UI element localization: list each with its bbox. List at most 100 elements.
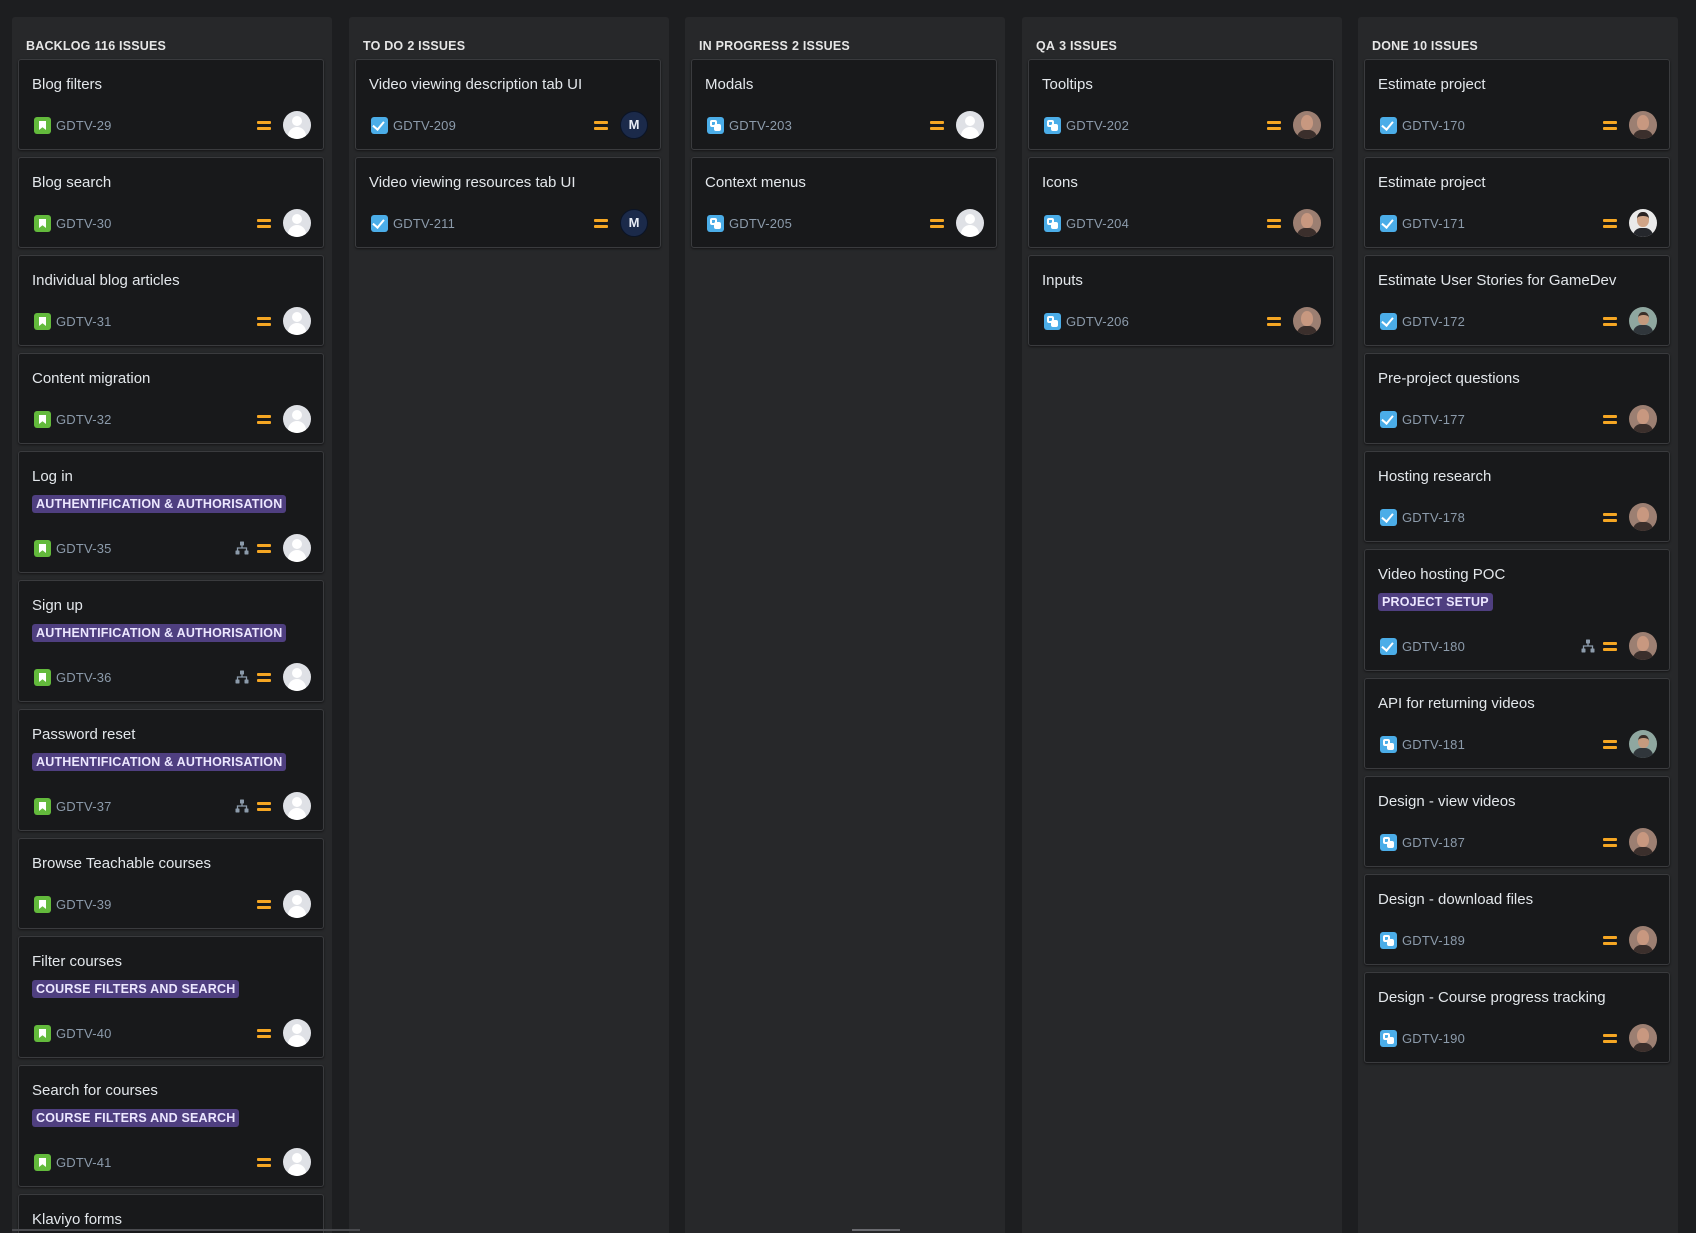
issue-key[interactable]: GDTV-32 xyxy=(56,412,112,427)
issue-key[interactable]: GDTV-39 xyxy=(56,897,112,912)
issue-card[interactable]: Estimate project GDTV-170 xyxy=(1364,59,1670,150)
assignee-photo-avatar-bald[interactable] xyxy=(1293,209,1321,237)
assignee-photo-avatar-bald[interactable] xyxy=(1293,307,1321,335)
assignee-default-avatar[interactable] xyxy=(283,1019,311,1047)
issue-key[interactable]: GDTV-31 xyxy=(56,314,112,329)
issue-card[interactable]: Browse Teachable courses GDTV-39 xyxy=(18,838,324,929)
issue-card[interactable]: Video viewing resources tab UI GDTV-211 M xyxy=(355,157,661,248)
issue-key[interactable]: GDTV-29 xyxy=(56,118,112,133)
horizontal-scrollbar[interactable] xyxy=(12,1229,360,1231)
issue-key[interactable]: GDTV-181 xyxy=(1402,737,1465,752)
assignee-default-avatar[interactable] xyxy=(283,1148,311,1176)
issue-card[interactable]: Filter courses COURSE FILTERS AND SEARCH G… xyxy=(18,936,324,1058)
issue-key[interactable]: GDTV-180 xyxy=(1402,639,1465,654)
issue-key[interactable]: GDTV-202 xyxy=(1066,118,1129,133)
subtask-icon xyxy=(1044,215,1061,232)
assignee-photo-avatar-bald[interactable] xyxy=(1293,111,1321,139)
medium-priority-icon xyxy=(1603,934,1617,946)
epic-label[interactable]: AUTHENTIFICATION & AUTHORISATION xyxy=(32,753,287,771)
assignee-photo-avatar-bald[interactable] xyxy=(1629,503,1657,531)
column-issue-count: 2 ISSUES xyxy=(407,39,466,53)
issue-key[interactable]: GDTV-206 xyxy=(1066,314,1129,329)
assignee-initials-avatar[interactable]: M xyxy=(620,111,648,139)
issue-card[interactable]: Icons GDTV-204 xyxy=(1028,157,1334,248)
column-issue-count: 2 ISSUES xyxy=(792,39,850,53)
issue-title: Design - view videos xyxy=(1378,793,1516,810)
issue-key[interactable]: GDTV-40 xyxy=(56,1026,112,1041)
subtask-icon xyxy=(1380,834,1397,851)
assignee-default-avatar[interactable] xyxy=(283,663,311,691)
epic-label[interactable]: AUTHENTIFICATION & AUTHORISATION xyxy=(32,624,287,642)
issue-card[interactable]: Estimate project GDTV-171 xyxy=(1364,157,1670,248)
assignee-photo-avatar-bald[interactable] xyxy=(1629,632,1657,660)
assignee-photo-avatar-outdoor[interactable] xyxy=(1629,730,1657,758)
epic-label[interactable]: AUTHENTIFICATION & AUTHORISATION xyxy=(32,495,287,513)
issue-key[interactable]: GDTV-204 xyxy=(1066,216,1129,231)
issue-key[interactable]: GDTV-189 xyxy=(1402,933,1465,948)
issue-card[interactable]: Klaviyo forms xyxy=(18,1194,324,1233)
assignee-photo-avatar-bald[interactable] xyxy=(1629,405,1657,433)
issue-key[interactable]: GDTV-170 xyxy=(1402,118,1465,133)
issue-key[interactable]: GDTV-209 xyxy=(393,118,456,133)
issue-key[interactable]: GDTV-203 xyxy=(729,118,792,133)
card-footer: GDTV-189 xyxy=(1378,926,1657,954)
issue-card[interactable]: Design - Course progress tracking GDTV-19… xyxy=(1364,972,1670,1063)
assignee-photo-avatar-bald[interactable] xyxy=(1629,1024,1657,1052)
epic-label[interactable]: COURSE FILTERS AND SEARCH xyxy=(32,1109,240,1127)
issue-card[interactable]: Log in AUTHENTIFICATION & AUTHORISATION GD… xyxy=(18,451,324,573)
issue-card[interactable]: Content migration GDTV-32 xyxy=(18,353,324,444)
issue-card[interactable]: Password reset AUTHENTIFICATION & AUTHORI… xyxy=(18,709,324,831)
issue-key[interactable]: GDTV-190 xyxy=(1402,1031,1465,1046)
issue-card[interactable]: Modals GDTV-203 xyxy=(691,59,997,150)
issue-card[interactable]: Blog filters GDTV-29 xyxy=(18,59,324,150)
issue-key[interactable]: GDTV-172 xyxy=(1402,314,1465,329)
assignee-photo-avatar-dark-hair[interactable] xyxy=(1629,209,1657,237)
assignee-photo-avatar-bald[interactable] xyxy=(1629,111,1657,139)
issue-card[interactable]: Estimate User Stories for GameDev GDTV-17… xyxy=(1364,255,1670,346)
issue-card[interactable]: Individual blog articles GDTV-31 xyxy=(18,255,324,346)
assignee-initials-avatar[interactable]: M xyxy=(620,209,648,237)
issue-card[interactable]: Design - download files GDTV-189 xyxy=(1364,874,1670,965)
assignee-default-avatar[interactable] xyxy=(956,209,984,237)
epic-label[interactable]: COURSE FILTERS AND SEARCH xyxy=(32,980,240,998)
issue-key[interactable]: GDTV-187 xyxy=(1402,835,1465,850)
issue-key[interactable]: GDTV-35 xyxy=(56,541,112,556)
subtask-icon xyxy=(1380,736,1397,753)
assignee-photo-avatar-outdoor[interactable] xyxy=(1629,307,1657,335)
issue-card[interactable]: Sign up AUTHENTIFICATION & AUTHORISATION G… xyxy=(18,580,324,702)
issue-card[interactable]: Hosting research GDTV-178 xyxy=(1364,451,1670,542)
issue-key[interactable]: GDTV-171 xyxy=(1402,216,1465,231)
issue-card[interactable]: Video hosting POC PROJECT SETUP GDTV-180 xyxy=(1364,549,1670,671)
issue-key[interactable]: GDTV-177 xyxy=(1402,412,1465,427)
issue-card[interactable]: Search for courses COURSE FILTERS AND SEA… xyxy=(18,1065,324,1187)
assignee-default-avatar[interactable] xyxy=(283,890,311,918)
issue-key[interactable]: GDTV-36 xyxy=(56,670,112,685)
assignee-default-avatar[interactable] xyxy=(283,792,311,820)
issue-card[interactable]: Inputs GDTV-206 xyxy=(1028,255,1334,346)
medium-priority-icon xyxy=(1603,217,1617,229)
epic-label[interactable]: PROJECT SETUP xyxy=(1378,593,1493,611)
issue-key[interactable]: GDTV-37 xyxy=(56,799,112,814)
issue-key[interactable]: GDTV-178 xyxy=(1402,510,1465,525)
assignee-default-avatar[interactable] xyxy=(283,405,311,433)
issue-card[interactable]: API for returning videos GDTV-181 xyxy=(1364,678,1670,769)
issue-key[interactable]: GDTV-205 xyxy=(729,216,792,231)
assignee-default-avatar[interactable] xyxy=(283,111,311,139)
issue-card[interactable]: Pre-project questions GDTV-177 xyxy=(1364,353,1670,444)
issue-key[interactable]: GDTV-30 xyxy=(56,216,112,231)
issue-card[interactable]: Context menus GDTV-205 xyxy=(691,157,997,248)
issue-card[interactable]: Design - view videos GDTV-187 xyxy=(1364,776,1670,867)
assignee-photo-avatar-bald[interactable] xyxy=(1629,828,1657,856)
issue-card[interactable]: Blog search GDTV-30 xyxy=(18,157,324,248)
assignee-default-avatar[interactable] xyxy=(283,534,311,562)
issue-key[interactable]: GDTV-41 xyxy=(56,1155,112,1170)
assignee-default-avatar[interactable] xyxy=(956,111,984,139)
medium-priority-icon xyxy=(257,217,271,229)
assignee-photo-avatar-bald[interactable] xyxy=(1629,926,1657,954)
issue-key[interactable]: GDTV-211 xyxy=(393,216,455,231)
assignee-default-avatar[interactable] xyxy=(283,307,311,335)
issue-card[interactable]: Video viewing description tab UI GDTV-209… xyxy=(355,59,661,150)
assignee-default-avatar[interactable] xyxy=(283,209,311,237)
scrollbar-thumb[interactable] xyxy=(852,1229,900,1231)
issue-card[interactable]: Tooltips GDTV-202 xyxy=(1028,59,1334,150)
